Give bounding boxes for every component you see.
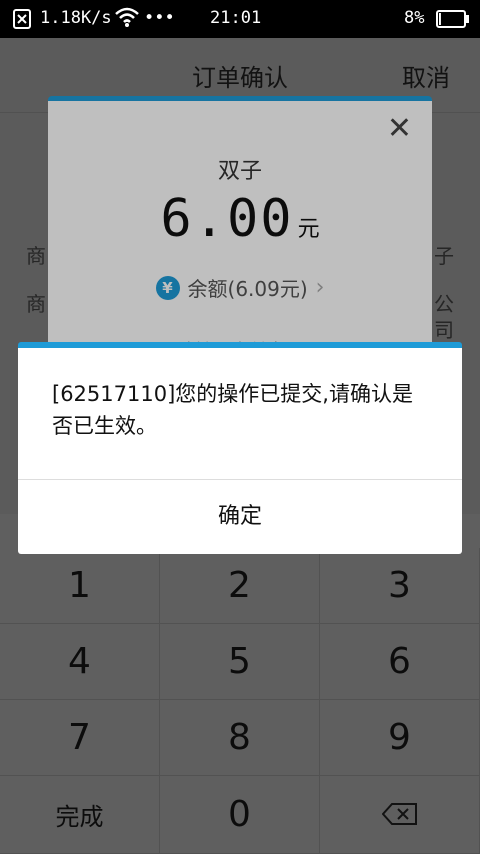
- dialog-message: [62517110]您的操作已提交,请确认是否已生效。: [52, 382, 413, 438]
- battery-percent: 8%: [404, 8, 425, 28]
- ok-button[interactable]: 确定: [18, 480, 462, 548]
- more-indicator: •••: [144, 8, 175, 28]
- battery-icon: [436, 9, 470, 34]
- clock: 21:01: [210, 8, 262, 28]
- alert-dialog: [62517110]您的操作已提交,请确认是否已生效。 确定: [18, 342, 462, 554]
- net-speed: 1.18K/s: [40, 8, 112, 28]
- status-bar: 1.18K/s ••• 21:01 8%: [0, 0, 480, 38]
- wifi-icon: [114, 6, 140, 33]
- notification-icon: [12, 8, 32, 35]
